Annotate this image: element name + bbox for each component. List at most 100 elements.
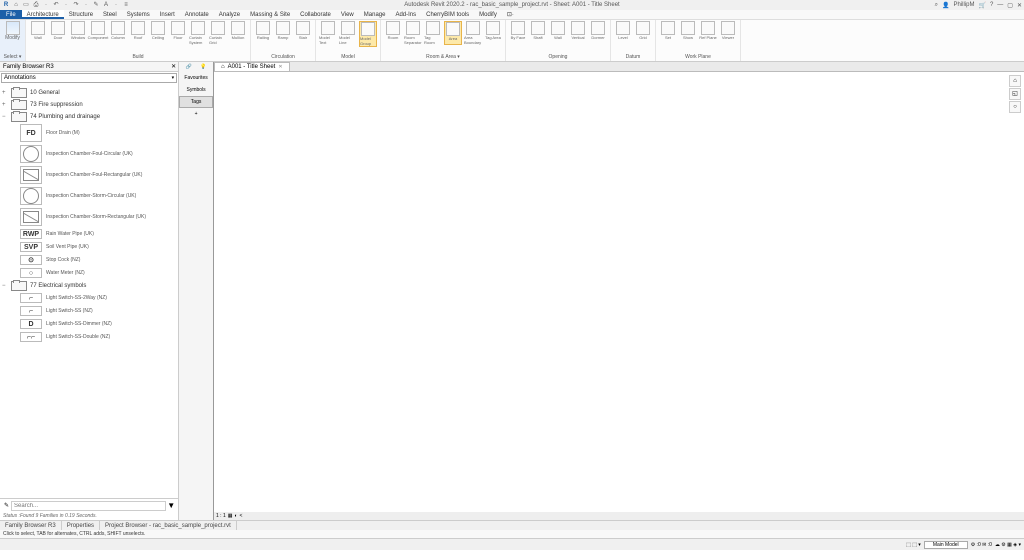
- family-item[interactable]: RWPRain Water Pipe (UK): [20, 229, 176, 239]
- tab-systems[interactable]: Systems: [122, 10, 155, 19]
- tab-insert[interactable]: Insert: [155, 10, 180, 19]
- vcb-icon[interactable]: ◐: [234, 513, 237, 519]
- tab-symbols[interactable]: Symbols: [179, 84, 213, 96]
- qa-redo-icon[interactable]: ↷: [72, 1, 80, 9]
- qa-more-icon[interactable]: ≡: [122, 1, 130, 9]
- dormer-button[interactable]: Dormer: [589, 21, 607, 40]
- qa-undo-icon[interactable]: ↶: [52, 1, 60, 9]
- close-button[interactable]: ✕: [1017, 2, 1022, 9]
- tab-structure[interactable]: Structure: [64, 10, 98, 19]
- drawing-canvas[interactable]: ⌂ ◱ ○ 1 : 1 ▦ ◐ <: [214, 72, 1024, 520]
- family-item[interactable]: ⊙Stop Cock (NZ): [20, 255, 176, 265]
- mullion-button[interactable]: Mullion: [229, 21, 247, 45]
- workset-combo[interactable]: Main Model: [924, 541, 968, 549]
- folder-73-fire-suppression[interactable]: +73 Fire suppression: [2, 100, 176, 110]
- model-group-button[interactable]: Model Group: [359, 21, 377, 47]
- tab-view[interactable]: View: [336, 10, 359, 19]
- model-line-button[interactable]: Model Line: [339, 21, 357, 47]
- roof-button[interactable]: Roof: [129, 21, 147, 45]
- tab-extra[interactable]: ⊡·: [502, 10, 519, 19]
- curtain-grid-button[interactable]: Curtain Grid: [209, 21, 227, 45]
- tab-steel[interactable]: Steel: [98, 10, 122, 19]
- tab-manage[interactable]: Manage: [359, 10, 391, 19]
- family-item[interactable]: FDFloor Drain (M): [20, 124, 176, 142]
- dock-tab-family-browser[interactable]: Family Browser R3: [0, 521, 62, 530]
- curtain-system-button[interactable]: Curtain System: [189, 21, 207, 45]
- minimize-button[interactable]: —: [997, 2, 1003, 8]
- model-text-button[interactable]: Model Text: [319, 21, 337, 47]
- close-tab-icon[interactable]: ✕: [278, 63, 282, 71]
- qa-text-icon[interactable]: A: [102, 1, 110, 9]
- room-button[interactable]: Room: [384, 21, 402, 45]
- qa-open-icon[interactable]: ▭: [22, 1, 30, 9]
- app-icon[interactable]: R: [2, 1, 10, 9]
- grid-button[interactable]: Grid: [634, 21, 652, 40]
- viewer-button[interactable]: Viewer: [719, 21, 737, 40]
- tab-cherrybim[interactable]: CherryBIM tools: [421, 10, 474, 19]
- area-boundary-button[interactable]: Area Boundary: [464, 21, 482, 45]
- qa-save-icon[interactable]: ⎙: [32, 1, 40, 9]
- help-icon[interactable]: ?: [990, 2, 993, 8]
- tab-annotate[interactable]: Annotate: [180, 10, 214, 19]
- floor-button[interactable]: Floor: [169, 21, 187, 45]
- family-item[interactable]: ⌐Light Switch-SS-2Way (NZ): [20, 293, 176, 303]
- family-item[interactable]: DLight Switch-SS-Dimmer (NZ): [20, 319, 176, 329]
- status-counts[interactable]: ⚙ :0 ✉ :0: [971, 542, 992, 548]
- view-cube-controls[interactable]: ⌂ ◱ ○: [1009, 75, 1021, 113]
- door-button[interactable]: Door: [49, 21, 67, 45]
- search-input[interactable]: [11, 501, 166, 511]
- panel-label-room[interactable]: Room & Area ▾: [384, 54, 502, 60]
- nav-home-icon[interactable]: ⌂: [1009, 75, 1021, 87]
- scale-label[interactable]: 1 : 1: [216, 513, 226, 519]
- user-name[interactable]: PhillipM: [953, 2, 974, 8]
- vertical-button[interactable]: Vertical: [569, 21, 587, 40]
- modify-button[interactable]: Modify: [3, 21, 22, 41]
- room-separator-button[interactable]: Room Separator: [404, 21, 422, 45]
- shaft-button[interactable]: Shaft: [529, 21, 547, 40]
- ref-plane-button[interactable]: Ref Plane: [699, 21, 717, 40]
- category-combo[interactable]: Annotations: [1, 73, 177, 83]
- set-button[interactable]: Set: [659, 21, 677, 40]
- family-item[interactable]: Inspection Chamber-Storm-Circular (UK): [20, 187, 176, 205]
- folder-74-plumbing-and-drainage[interactable]: −74 Plumbing and drainage: [2, 112, 176, 122]
- file-tab[interactable]: File: [0, 10, 22, 19]
- folder-10-general[interactable]: +10 General: [2, 88, 176, 98]
- link-icon[interactable]: 🔗: [186, 64, 192, 70]
- filter-icon[interactable]: ▼: [166, 501, 176, 510]
- bulb-icon[interactable]: 💡: [200, 64, 206, 70]
- tag-area-button[interactable]: Tag Area: [484, 21, 502, 45]
- stair-button[interactable]: Stair: [294, 21, 312, 40]
- folder-77-electrical-symbols[interactable]: −77 Electrical symbols: [2, 281, 176, 291]
- level-button[interactable]: Level: [614, 21, 632, 40]
- by-face-button[interactable]: By Face: [509, 21, 527, 40]
- tab-architecture[interactable]: Architecture: [22, 10, 64, 19]
- tag-room-button[interactable]: Tag Room: [424, 21, 442, 45]
- ramp-button[interactable]: Ramp: [274, 21, 292, 40]
- search-icon[interactable]: ⌕: [935, 2, 938, 9]
- workset-icons[interactable]: ⬚ ⬚ ▾: [906, 542, 921, 548]
- tab-modify[interactable]: Modify: [474, 10, 502, 19]
- window-button[interactable]: Window: [69, 21, 87, 45]
- railing-button[interactable]: Railing: [254, 21, 272, 40]
- component-button[interactable]: Component: [89, 21, 107, 45]
- vcb-icon[interactable]: ▦: [228, 513, 233, 519]
- wall-button[interactable]: Wall: [549, 21, 567, 40]
- family-item[interactable]: ⌐Light Switch-SS (NZ): [20, 306, 176, 316]
- nav-wheel-icon[interactable]: ○: [1009, 101, 1021, 113]
- tab-analyze[interactable]: Analyze: [214, 10, 245, 19]
- nav-cube-icon[interactable]: ◱: [1009, 88, 1021, 100]
- wall-button[interactable]: Wall: [29, 21, 47, 45]
- close-panel-icon[interactable]: ✕: [171, 62, 176, 72]
- family-item[interactable]: Inspection Chamber-Foul-Circular (UK): [20, 145, 176, 163]
- panel-label-select[interactable]: Select ▾: [3, 54, 22, 60]
- vcb-icon[interactable]: <: [240, 513, 243, 519]
- show-button[interactable]: Show: [679, 21, 697, 40]
- family-item[interactable]: ○Water Meter (NZ): [20, 268, 176, 278]
- tab-tags[interactable]: Tags: [179, 96, 213, 108]
- tab-massing[interactable]: Massing & Site: [245, 10, 295, 19]
- maximize-button[interactable]: ▢: [1007, 2, 1013, 9]
- user-icon[interactable]: 👤: [942, 2, 949, 9]
- cart-icon[interactable]: 🛒: [978, 2, 985, 9]
- tab-addins[interactable]: Add-Ins: [390, 10, 421, 19]
- qa-edit-icon[interactable]: ✎: [92, 1, 100, 9]
